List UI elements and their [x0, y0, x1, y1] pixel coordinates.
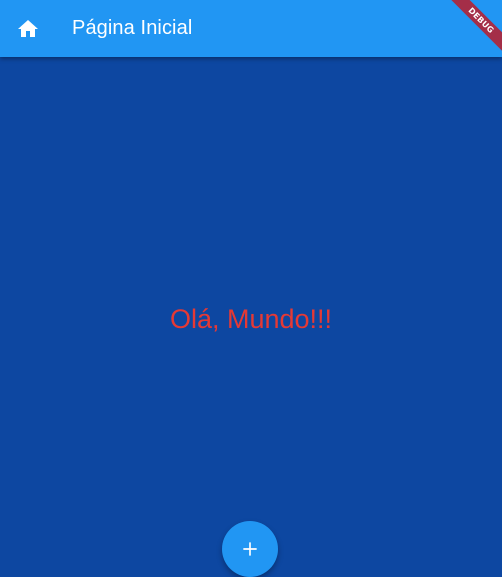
home-button[interactable] — [0, 0, 56, 57]
page-body: Olá, Mundo!!! — [0, 57, 502, 577]
add-icon — [240, 539, 260, 559]
page-title: Página Inicial — [72, 17, 193, 39]
app-bar: Página Inicial — [0, 0, 502, 57]
home-icon — [16, 17, 40, 41]
app-screen: Página Inicial Olá, Mundo!!! DEBUG — [0, 0, 502, 577]
add-button[interactable] — [222, 521, 278, 577]
greeting-text: Olá, Mundo!!! — [169, 304, 333, 334]
